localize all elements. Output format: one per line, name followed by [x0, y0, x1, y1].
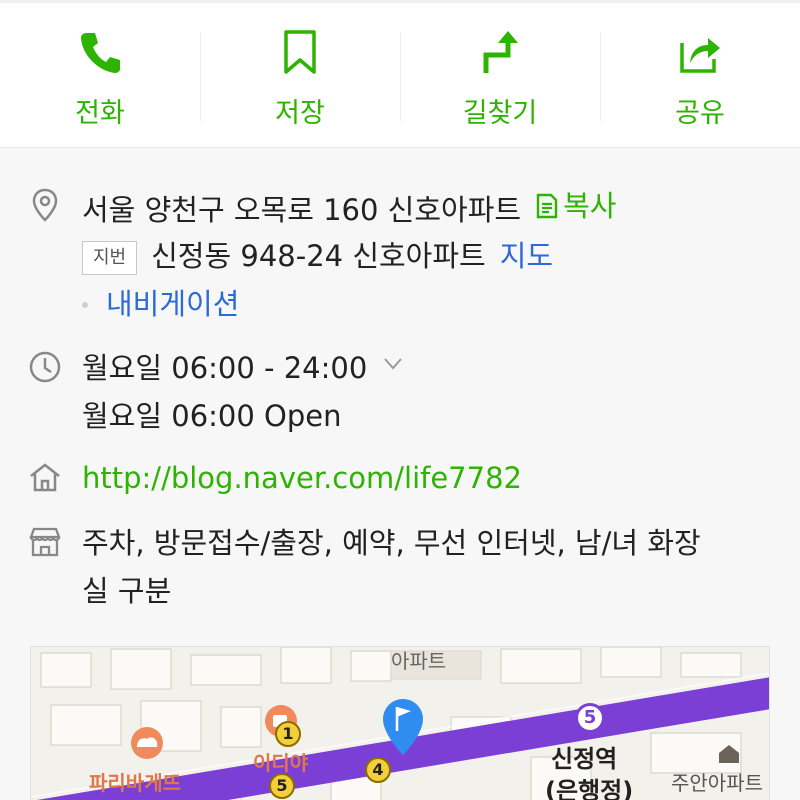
marker-badge-4: 4 [365, 757, 391, 783]
map-label-paris-baguette: 파리바게뜨 [89, 771, 181, 795]
share-label: 공유 [675, 98, 725, 129]
copy-address-button[interactable]: 복사 [535, 188, 616, 224]
call-button[interactable]: 전화 [0, 3, 200, 147]
bullet-dot [82, 302, 88, 308]
map-preview[interactable]: 아파트 파리바게뜨 이디야 신정역 (은행정) 주안아파트 5 1 5 4 [30, 646, 770, 800]
phone-icon [81, 33, 120, 73]
bookmark-icon [284, 30, 316, 74]
subway-line-5-badge: 5 [575, 703, 605, 733]
call-label: 전화 [75, 98, 125, 129]
location-pin-icon [28, 188, 62, 222]
chevron-down-icon[interactable] [383, 354, 403, 374]
map-label-apartment: 아파트 [391, 649, 447, 673]
store-icon [28, 525, 62, 559]
navigation-link[interactable]: 내비게이션 [106, 286, 239, 322]
action-bar: 전화 저장 길찾기 공유 [0, 0, 800, 148]
map-label-juan-apartment: 주안아파트 [671, 771, 763, 795]
map-label-station-sub: (은행정) [545, 777, 634, 800]
save-label: 저장 [275, 98, 325, 129]
home-icon [28, 460, 62, 494]
amenities-line-2: 실 구분 [82, 574, 172, 608]
road-address: 서울 양천구 오목로 160 신호아파트 복사 [82, 188, 616, 228]
map-label-ediya: 이디야 [253, 751, 309, 775]
share-button[interactable]: 공유 [600, 3, 800, 147]
share-icon [680, 38, 720, 73]
marker-badge-1: 1 [275, 721, 301, 747]
jibun-address: 지번 신정동 948-24 신호아파트 지도 [82, 238, 553, 275]
copy-label: 복사 [563, 189, 617, 223]
hours-today-text: 월요일 06:00 - 24:00 [82, 351, 368, 385]
jibun-address-text: 신정동 948-24 신호아파트 [151, 239, 486, 273]
hours-today[interactable]: 월요일 06:00 - 24:00 [82, 350, 403, 386]
save-button[interactable]: 저장 [200, 3, 400, 147]
map-label-station: 신정역 [551, 745, 618, 773]
jibun-badge: 지번 [82, 241, 138, 275]
road-address-text: 서울 양천구 오목로 160 신호아파트 [82, 193, 522, 227]
directions-icon [483, 31, 518, 73]
restaurant-marker [131, 727, 163, 759]
homepage-link[interactable]: http://blog.naver.com/life7782 [82, 460, 522, 496]
map-link[interactable]: 지도 [500, 239, 553, 273]
copy-icon [536, 193, 558, 219]
clock-icon [28, 350, 62, 384]
directions-label: 길찾기 [462, 98, 538, 129]
marker-badge-5: 5 [269, 773, 295, 799]
amenities-line-1: 주차, 방문접수/출장, 예약, 무선 인터넷, 남/녀 화장 [82, 526, 701, 560]
hours-open-note: 월요일 06:00 Open [82, 399, 342, 433]
directions-button[interactable]: 길찾기 [400, 3, 600, 147]
